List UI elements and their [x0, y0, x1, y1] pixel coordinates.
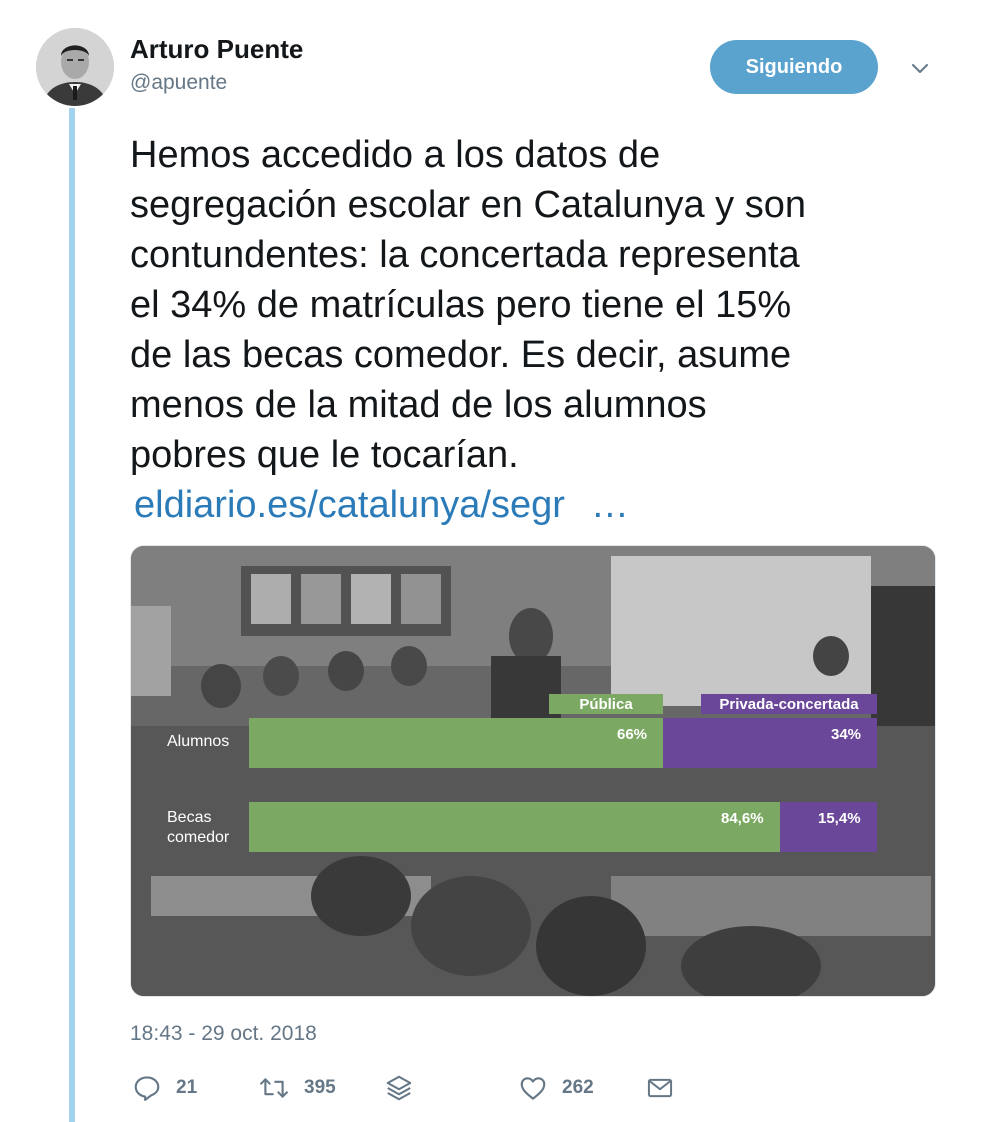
chevron-down-icon[interactable]: [908, 58, 932, 78]
tweet-text-line: menos de la mitad de los alumnos: [130, 384, 707, 426]
envelope-icon: [647, 1078, 673, 1098]
retweet-action[interactable]: 395: [258, 1068, 336, 1108]
reply-icon: [134, 1076, 160, 1101]
legend-privada-concertada: Privada-concertada: [701, 694, 877, 714]
classroom-photo: [131, 546, 935, 996]
like-count: 262: [562, 1077, 594, 1098]
heart-icon: [520, 1077, 546, 1100]
tweet-actions: 21 395 262: [0, 1068, 982, 1108]
tweet-timestamp[interactable]: 18:43 - 29 oct. 2018: [130, 1022, 317, 1046]
tweet-text-line: de las becas comedor. Es decir, asume: [130, 334, 792, 376]
tweet-text-line: contundentes: la concertada representa: [130, 234, 800, 276]
tweet-text-line: Hemos accedido a los datos de: [130, 134, 661, 176]
bar-value-label: 34%: [831, 726, 862, 743]
add-to-moment-action[interactable]: [384, 1068, 414, 1108]
bar-publica-1: [249, 802, 780, 852]
retweet-icon: [260, 1078, 288, 1098]
article-link[interactable]: eldiario.es/catalunya/segr …: [134, 480, 629, 530]
author-handle[interactable]: @apuente: [130, 71, 227, 95]
avatar[interactable]: [36, 28, 114, 106]
tweet-text: Hemos accedido a los datos de segregació…: [130, 130, 950, 480]
tweet-text-line: pobres que le tocarían.: [130, 434, 519, 476]
avatar-photo: [36, 28, 114, 106]
like-action[interactable]: 262: [518, 1068, 594, 1108]
retweet-count: 395: [304, 1077, 336, 1098]
article-link-text: eldiario.es/catalunya/segr: [134, 484, 565, 526]
tweet-media[interactable]: Pública Privada-concertada Alumnos Becas…: [130, 545, 936, 997]
tweet-text-line: segregación escolar en Catalunya y son: [130, 184, 806, 226]
bar-value-label: 84,6%: [721, 810, 764, 827]
layers-icon: [386, 1075, 412, 1101]
author-name[interactable]: Arturo Puente: [130, 34, 303, 65]
reply-action[interactable]: 21: [132, 1068, 197, 1108]
tweet-text-line: el 34% de matrículas pero tiene el 15%: [130, 284, 792, 326]
bar-value-label: 66%: [617, 726, 648, 743]
article-link-ellipsis: …: [590, 484, 629, 526]
bar-value-label: 15,4%: [818, 810, 861, 827]
direct-message-action[interactable]: [646, 1068, 674, 1108]
row-label-becas-comedor: Becas comedor: [167, 809, 230, 846]
legend-publica: Pública: [549, 694, 663, 714]
thread-line: [69, 108, 75, 1122]
following-button[interactable]: Siguiendo: [710, 40, 878, 94]
bar-publica-0: [249, 718, 663, 768]
reply-count: 21: [176, 1077, 198, 1098]
row-label-alumnos: Alumnos: [167, 733, 230, 750]
